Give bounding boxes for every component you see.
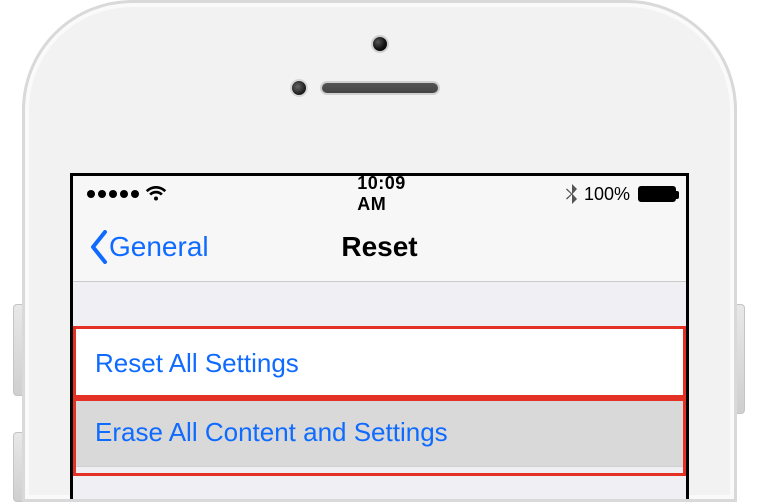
nav-bar: General Reset [73,212,686,282]
page-title: Reset [341,231,417,263]
row-label: Erase All Content and Settings [95,417,448,448]
bluetooth-icon [566,184,578,204]
back-label: General [109,231,209,263]
erase-all-content-row[interactable]: Erase All Content and Settings [73,397,686,467]
content: Reset All Settings Erase All Content and… [73,282,686,499]
cellular-signal-icon [87,190,139,198]
status-time: 10:09 AM [357,173,406,215]
front-camera [371,35,389,53]
battery-icon [638,186,676,202]
battery-percent: 100% [584,184,630,205]
reset-all-settings-row[interactable]: Reset All Settings [73,328,686,398]
status-bar: 10:09 AM 100% [73,176,686,212]
row-label: Reset All Settings [95,348,299,379]
status-left [87,186,357,202]
proximity-sensor [290,79,308,97]
earpiece-speaker [320,81,440,95]
phone-body: 10:09 AM 100% General [22,0,737,502]
chevron-left-icon [89,230,109,264]
back-button[interactable]: General [79,212,219,281]
screen: 10:09 AM 100% General [70,173,689,499]
wifi-icon [145,186,167,202]
status-right: 100% [406,184,676,205]
